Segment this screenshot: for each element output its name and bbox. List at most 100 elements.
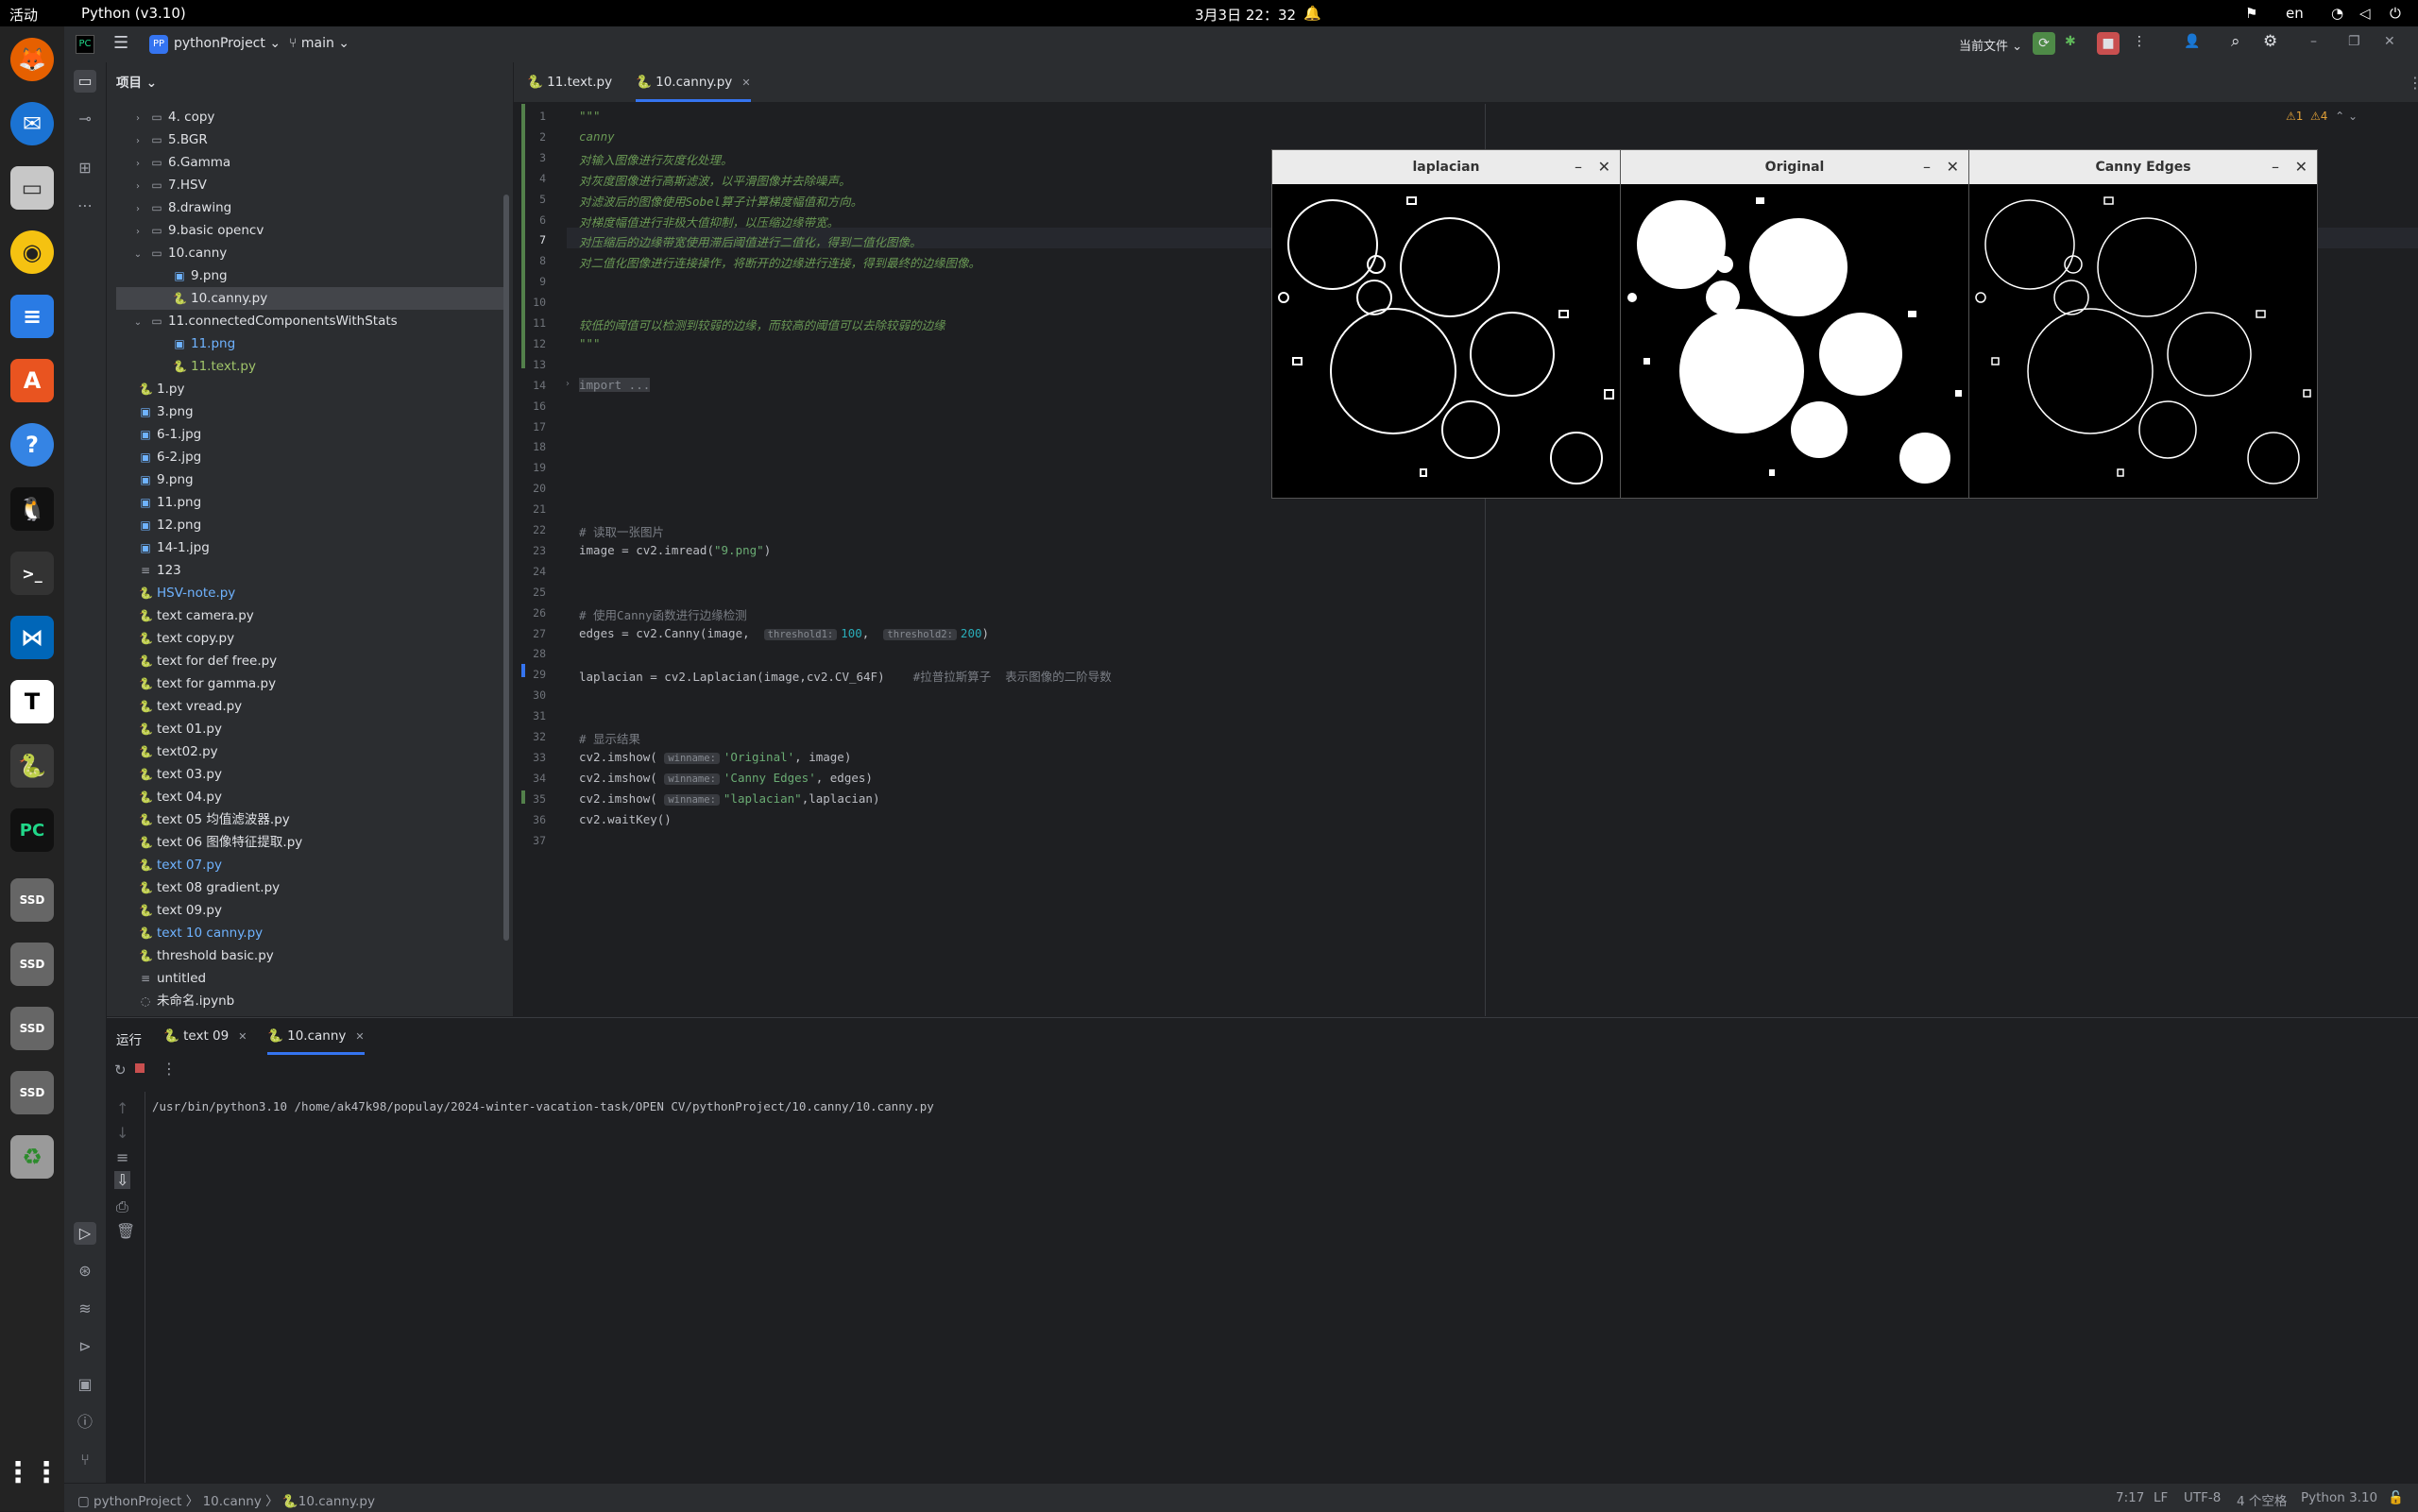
file-encoding[interactable]: UTF-8 (2184, 1490, 2221, 1505)
code-line[interactable]: canny (579, 129, 615, 144)
tree-file[interactable]: 🐍 text 08 gradient.py (116, 876, 503, 899)
stop-icon[interactable] (135, 1063, 145, 1073)
typora-icon[interactable]: T (10, 680, 54, 723)
writer-icon[interactable]: ≡ (10, 295, 54, 338)
chevron-down-icon[interactable]: ⌄ (131, 312, 145, 334)
project-panel-title[interactable]: 项目 ⌄ (116, 72, 157, 91)
code-line[interactable]: cv2.imshow( winname: 'Original', image) (579, 750, 851, 764)
tree-file[interactable]: 🐍 text 09.py (116, 899, 503, 922)
tree-folder[interactable]: › ▭ 7.HSV (116, 174, 503, 196)
chevron-down-icon[interactable]: ⌄ (131, 244, 145, 266)
qq-icon[interactable]: 🐧 (10, 487, 54, 531)
ssd-drive-3-icon[interactable]: SSD (10, 1007, 54, 1050)
close-tab-icon[interactable]: ✕ (741, 76, 750, 89)
code-line[interactable]: import ... (579, 377, 651, 392)
services-icon[interactable]: ⊳ (74, 1335, 96, 1358)
search-icon[interactable]: ⌕ (2231, 32, 2240, 51)
python-packages-icon[interactable]: ⊛ (74, 1260, 96, 1283)
tree-file[interactable]: 🐍 text 10 canny.py (116, 922, 503, 944)
tree-file[interactable]: 🐍 HSV-note.py (116, 582, 503, 604)
soft-wrap-icon[interactable]: ≡ (116, 1148, 128, 1166)
tree-file[interactable]: ▣ 9.png (116, 264, 503, 287)
close-window-icon[interactable]: ✕ (2384, 34, 2395, 49)
active-app-name[interactable]: Python (v3.10) (81, 5, 186, 22)
collab-icon[interactable]: 👤 (2184, 34, 2200, 49)
chevron-right-icon[interactable]: › (131, 198, 145, 221)
tree-folder[interactable]: › ▭ 6.Gamma (116, 151, 503, 174)
run-more-icon[interactable]: ⋮ (162, 1060, 177, 1078)
tree-folder[interactable]: › ▭ 9.basic opencv (116, 219, 503, 242)
ssd-drive-1-icon[interactable]: SSD (10, 878, 54, 922)
pycharm-icon[interactable]: PC (10, 808, 54, 852)
project-selector[interactable]: pythonProject ⌄ (174, 36, 281, 51)
tree-file[interactable]: 🐍 text camera.py (116, 604, 503, 627)
interpreter[interactable]: Python 3.10 (2301, 1490, 2377, 1505)
code-line[interactable]: 较低的阈值可以检测到较弱的边缘，而较高的阈值可以去除较弱的边缘 (579, 315, 945, 333)
code-line[interactable]: # 显示结果 (579, 729, 640, 747)
tab-menu-icon[interactable]: ⋮ (2408, 74, 2418, 92)
tree-file[interactable]: ◌ 未命名.ipynb (116, 990, 503, 1012)
main-menu-icon[interactable]: ☰ (113, 33, 128, 53)
tree-file[interactable]: 🐍 text for def free.py (116, 650, 503, 672)
firefox-icon[interactable]: 🦊 (10, 38, 54, 81)
terminal-tool-icon[interactable]: ▣ (74, 1373, 96, 1396)
tree-file[interactable]: 🐍 threshold basic.py (116, 944, 503, 967)
debug-button[interactable]: ✱ (2065, 34, 2076, 49)
minimize-icon[interactable]: – (2310, 34, 2317, 49)
app-grid-icon[interactable]: ⋮⋮ (4, 1451, 60, 1494)
print-icon[interactable]: ⎙ (116, 1198, 128, 1216)
original-window[interactable]: Original – ✕ (1620, 149, 1969, 499)
code-line[interactable]: image = cv2.imread("9.png") (579, 543, 771, 557)
tree-folder[interactable]: › ▭ 5.BGR (116, 128, 503, 151)
close-icon[interactable]: ✕ (1598, 150, 1610, 184)
activities-button[interactable]: 活动 (9, 5, 38, 25)
branch-selector[interactable]: ⑂ main ⌄ (289, 36, 349, 51)
tree-file[interactable]: 🐍 text copy.py (116, 627, 503, 650)
tree-file[interactable]: ▣ 11.png (116, 491, 503, 514)
tree-file[interactable]: ▣ 14-1.jpg (116, 536, 503, 559)
clock[interactable]: 3月3日 22：32 (1195, 5, 1296, 25)
scroll-down-icon[interactable]: ↓ (116, 1124, 128, 1142)
line-ending[interactable]: LF (2154, 1490, 2168, 1505)
tree-file[interactable]: 🐍 1.py (116, 378, 503, 400)
commit-tool-icon[interactable]: ⊸ (74, 108, 96, 130)
trash-icon[interactable]: ♻ (10, 1135, 54, 1179)
tree-file[interactable]: 🐍 10.canny.py (116, 287, 503, 310)
tree-file[interactable]: 🐍 text 03.py (116, 763, 503, 786)
git-tool-icon[interactable]: ⑂ (74, 1449, 96, 1471)
tree-file[interactable]: 🐍 text 07.py (116, 854, 503, 876)
tree-file[interactable]: 🐍 text 01.py (116, 718, 503, 740)
console-output[interactable]: /usr/bin/python3.10 /home/ak47k98/popula… (152, 1099, 934, 1113)
tree-file[interactable]: ▣ 11.png (116, 332, 503, 355)
chevron-right-icon[interactable]: › (131, 108, 145, 130)
vscode-icon[interactable]: ⋈ (10, 616, 54, 659)
code-line[interactable]: laplacian = cv2.Laplacian(image,cv2.CV_6… (579, 667, 1112, 685)
chevron-right-icon[interactable]: › (131, 153, 145, 176)
editor-tab[interactable]: 🐍 10.canny.py ✕ (636, 62, 751, 102)
code-line[interactable]: """ (579, 109, 601, 123)
chevron-right-icon[interactable]: › (131, 176, 145, 198)
code-line[interactable]: """ (579, 336, 601, 350)
minimize-icon[interactable]: – (1923, 150, 1931, 184)
close-icon[interactable]: ✕ (2295, 150, 2307, 184)
laplacian-title[interactable]: laplacian – ✕ (1272, 150, 1620, 184)
code-line[interactable]: cv2.imshow( winname: 'Canny Edges', edges… (579, 771, 873, 785)
problems-icon[interactable]: ⓘ (74, 1411, 96, 1434)
canny-edges-title[interactable]: Canny Edges – ✕ (1969, 150, 2317, 184)
tree-file[interactable]: 🐍 11.text.py (116, 355, 503, 378)
lock-icon[interactable]: 🔓 (2388, 1490, 2404, 1505)
tree-file[interactable]: ▣ 9.png (116, 468, 503, 491)
tree-file[interactable]: ≡ 123 (116, 559, 503, 582)
stop-button[interactable]: ■ (2097, 32, 2120, 55)
close-icon[interactable]: ✕ (1947, 150, 1959, 184)
tree-file[interactable]: 🐍 text 05 均值滤波器.py (116, 808, 503, 831)
code-line[interactable]: 对输入图像进行灰度化处理。 (579, 150, 733, 168)
input-language[interactable]: en (2286, 5, 2304, 22)
ssd-drive-4-icon[interactable]: SSD (10, 1071, 54, 1114)
tree-folder[interactable]: › ▭ 8.drawing (116, 196, 503, 219)
code-line[interactable]: 对梯度幅值进行非极大值抑制，以压缩边缘带宽。 (579, 212, 839, 230)
help-icon[interactable]: ? (10, 423, 54, 467)
maximize-icon[interactable]: ❐ (2348, 34, 2360, 49)
scroll-up-icon[interactable]: ↑ (116, 1099, 128, 1117)
rerun-button[interactable]: ⟳ (2033, 32, 2055, 55)
